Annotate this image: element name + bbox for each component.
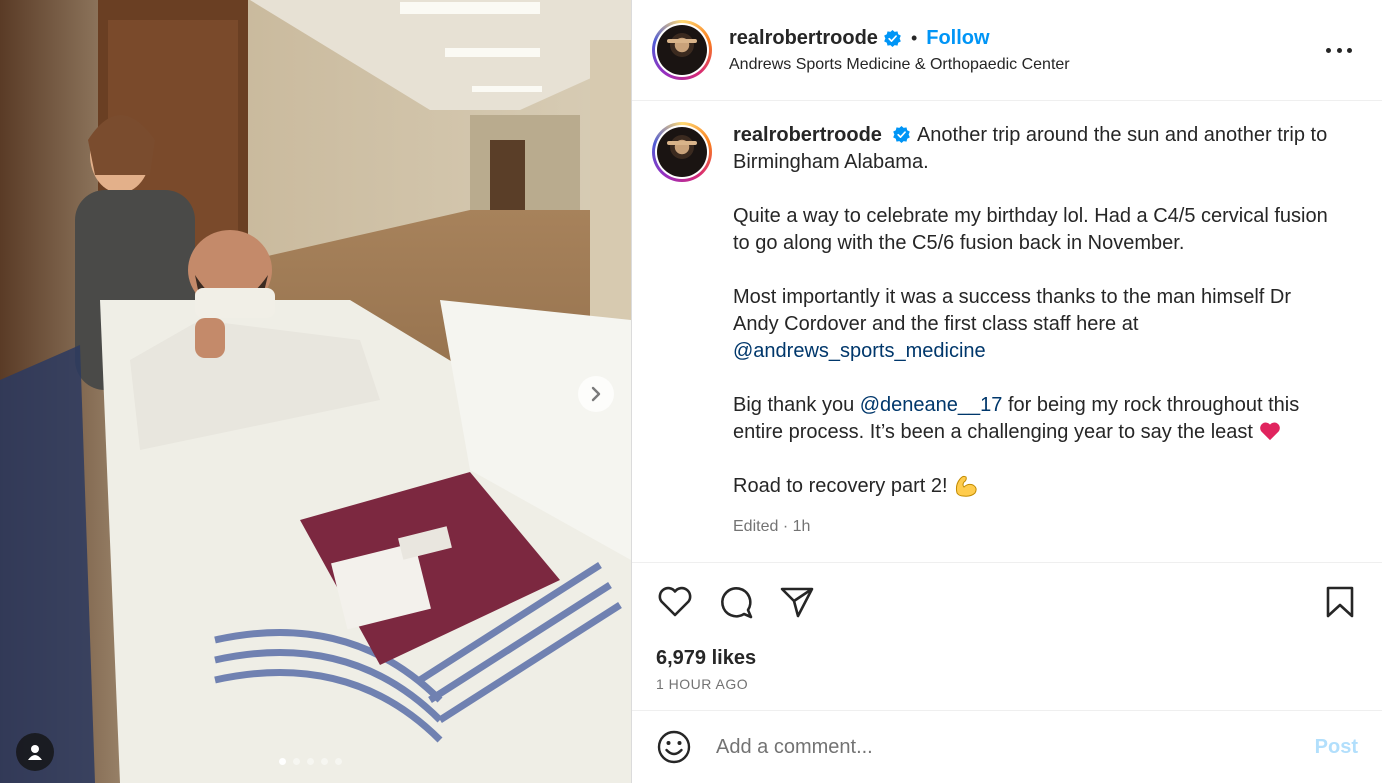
follow-button[interactable]: Follow: [926, 27, 989, 50]
likes-count[interactable]: 6,979 likes: [656, 647, 756, 670]
action-bar: 6,979 likes 1 HOUR AGO: [632, 563, 1382, 711]
caption-text: realrobertroode Another trip around the …: [733, 122, 1333, 562]
carousel-dot: [321, 758, 328, 765]
verified-badge-icon: [884, 29, 901, 47]
caption-paragraph-3: Most importantly it was a success thanks…: [733, 286, 1291, 335]
carousel-dot: [279, 758, 286, 765]
user-tag-button[interactable]: [16, 733, 54, 771]
caption-avatar[interactable]: [652, 122, 712, 182]
post-time: 1 HOUR AGO: [656, 676, 749, 692]
heart-outline-icon: [658, 586, 691, 616]
edited-timestamp: Edited · 1h: [733, 518, 811, 535]
comment-box: Post: [632, 711, 1382, 783]
like-button[interactable]: [656, 583, 693, 620]
paper-plane-icon: [780, 587, 813, 617]
separator-dot: •: [910, 27, 918, 48]
chevron-right-icon: [591, 386, 601, 402]
more-options-icon[interactable]: [1326, 38, 1352, 62]
carousel-dot: [335, 758, 342, 765]
bookmark-icon: [1326, 586, 1353, 617]
smiley-icon[interactable]: [656, 729, 692, 765]
caption-paragraph-5: Road to recovery part 2!: [733, 475, 948, 497]
next-slide-button[interactable]: [578, 376, 614, 412]
carousel-indicator: [279, 758, 342, 765]
comment-button[interactable]: [717, 583, 754, 620]
post-header: realrobertroode • Follow Andrews Sports …: [632, 0, 1382, 101]
mention-link-andrews[interactable]: @andrews_sports_medicine: [733, 340, 986, 362]
post-media[interactable]: [0, 0, 631, 783]
verified-badge-icon: [893, 125, 910, 144]
comment-icon: [720, 586, 752, 618]
mention-link-deneane[interactable]: @deneane__17: [860, 394, 1003, 416]
carousel-dot: [293, 758, 300, 765]
post-details-panel: realrobertroode • Follow Andrews Sports …: [631, 0, 1382, 783]
share-button[interactable]: [778, 583, 815, 620]
caption-username[interactable]: realrobertroode: [733, 124, 882, 146]
carousel-dot: [307, 758, 314, 765]
flexed-biceps-emoji-icon: [956, 475, 977, 497]
user-tag-icon: [28, 745, 42, 760]
caption-section: realrobertroode Another trip around the …: [632, 101, 1382, 563]
location-link[interactable]: Andrews Sports Medicine & Orthopaedic Ce…: [729, 56, 1070, 74]
header-username[interactable]: realrobertroode: [729, 27, 878, 50]
post-comment-button[interactable]: Post: [1315, 736, 1358, 759]
caption-paragraph-2: Quite a way to celebrate my birthday lol…: [733, 205, 1328, 254]
caption-paragraph-4-pre: Big thank you: [733, 394, 860, 416]
post-photo: [0, 0, 631, 783]
comment-input[interactable]: [716, 735, 1276, 759]
avatar[interactable]: [652, 20, 712, 80]
red-heart-emoji-icon: [1259, 422, 1280, 441]
save-button[interactable]: [1321, 583, 1358, 620]
